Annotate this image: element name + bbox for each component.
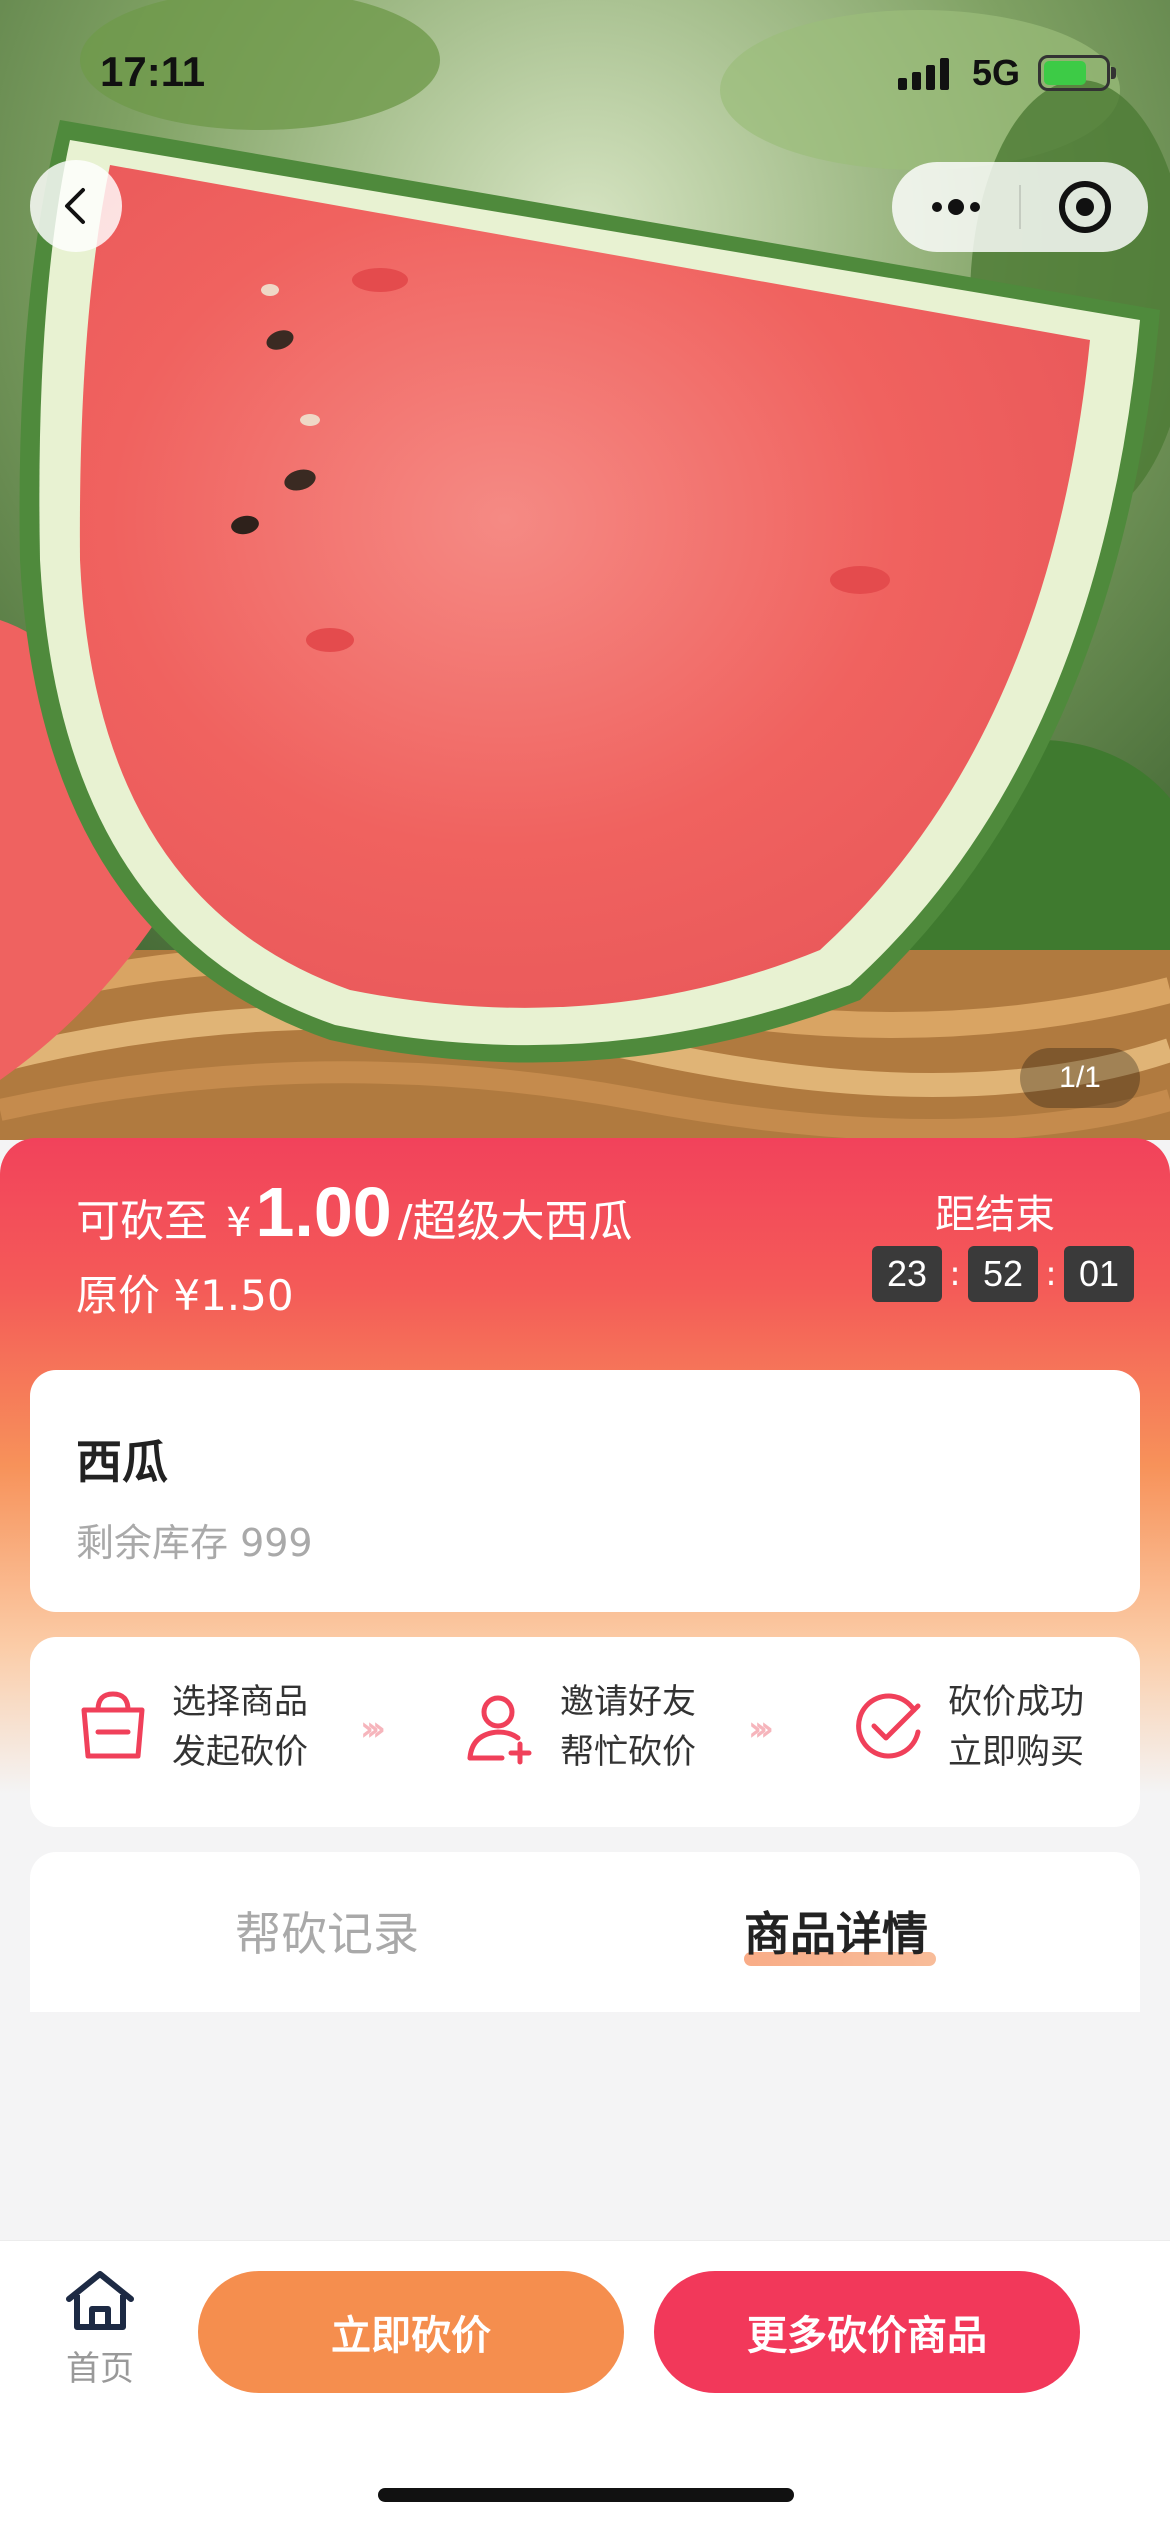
chevron-left-icon: [65, 188, 85, 224]
battery-icon: [1038, 55, 1116, 91]
step-line: 选择商品: [172, 1682, 308, 1722]
signal-icon: [897, 56, 954, 90]
home-nav-button[interactable]: 首页: [58, 2269, 142, 2390]
price-prefix: 可砍至: [76, 1196, 208, 1247]
step-line: 立即购买: [948, 1732, 1084, 1772]
back-button[interactable]: [30, 160, 122, 252]
home-indicator: [378, 2488, 794, 2502]
chevrons-right-icon: ›››: [360, 1709, 386, 1749]
check-circle-icon: [856, 1693, 921, 1759]
tab-bar: 帮砍记录 商品详情: [30, 1852, 1140, 2012]
tab-product-details[interactable]: 商品详情: [744, 1898, 928, 1964]
step-line: 发起砍价: [172, 1732, 308, 1772]
step-bargain-success: 砍价成功 立即购买: [850, 1677, 1084, 1777]
add-user-icon: [467, 1695, 532, 1765]
tab-bargain-records[interactable]: 帮砍记录: [235, 1898, 419, 1964]
bargain-price: 1.00: [255, 1173, 392, 1251]
product-name: 西瓜: [76, 1435, 168, 1489]
step-line: 帮忙砍价: [560, 1732, 696, 1772]
network-type: 5G: [971, 52, 1020, 93]
countdown-separator: :: [1045, 1254, 1057, 1294]
more-bargain-products-button[interactable]: 更多砍价商品: [654, 2271, 1080, 2393]
step-line: 邀请好友: [560, 1682, 696, 1722]
home-label: 首页: [66, 2349, 134, 2389]
status-indicators: 5G: [897, 52, 1116, 94]
countdown-separator: :: [949, 1254, 961, 1294]
bargain-steps: 选择商品 发起砍价 ››› 邀请好友 帮忙砍价 ››› 砍价成功 立即购买: [30, 1637, 1140, 1827]
miniprogram-capsule: [892, 162, 1148, 252]
more-dots-icon: [931, 199, 980, 215]
step-select-product: 选择商品 发起砍价: [74, 1677, 308, 1777]
product-info-card: 西瓜 剩余库存 999: [30, 1370, 1140, 1612]
original-price: 原价 ¥1.50: [76, 1271, 294, 1320]
countdown-timer: 23 : 52 : 01: [872, 1246, 1134, 1302]
countdown-minutes: 52: [968, 1246, 1038, 1302]
step-line: 砍价成功: [948, 1682, 1084, 1722]
bargain-now-button[interactable]: 立即砍价: [198, 2271, 624, 2393]
price-unit: /超级大西瓜: [397, 1196, 633, 1247]
status-time: 17:11: [100, 48, 206, 95]
step-invite-friends: 邀请好友 帮忙砍价: [462, 1677, 696, 1777]
home-icon: [66, 2271, 134, 2330]
more-options-button[interactable]: [892, 162, 1019, 252]
countdown-label: 距结束: [935, 1192, 1055, 1238]
image-page-indicator: 1/1: [1020, 1048, 1140, 1108]
countdown-hours: 23: [872, 1246, 942, 1302]
target-icon: [1058, 181, 1111, 233]
bargain-price-line: 可砍至 ¥ 1.00 /超级大西瓜: [76, 1172, 633, 1252]
status-bar: 17:11 5G: [0, 0, 1170, 140]
close-miniprogram-button[interactable]: [1021, 162, 1148, 252]
shopping-bag-icon: [81, 1691, 145, 1759]
stock-remaining: 剩余库存 999: [76, 1521, 313, 1565]
currency-symbol: ¥: [226, 1200, 252, 1246]
chevrons-right-icon: ›››: [748, 1709, 774, 1749]
countdown-seconds: 01: [1064, 1246, 1134, 1302]
